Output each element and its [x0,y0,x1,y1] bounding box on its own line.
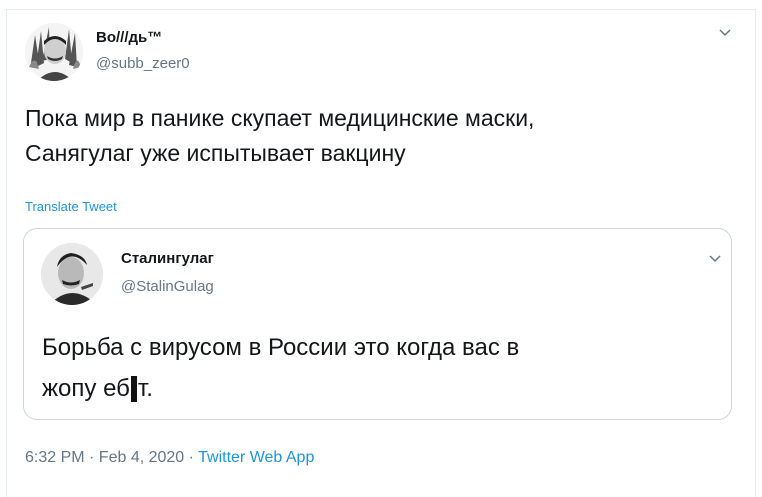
quoted-author-name[interactable]: Сталингулаг [121,250,214,267]
quoted-text-fragment: т. [137,375,153,402]
tweet-source-app[interactable]: Twitter Web App [198,449,314,466]
quoted-text-line: Борьба с вирусом в России это когда вас … [42,334,520,361]
chevron-down-icon[interactable] [708,254,722,264]
portrait-headdress-icon [25,23,83,81]
tweet-text: Пока мир в панике скупает медицинские ма… [25,101,725,171]
translate-tweet-link[interactable]: Translate Tweet [25,199,117,214]
quoted-text-fragment: жопу еб [42,375,130,402]
tweet-meta: 6:32 PM · Feb 4, 2020 · Twitter Web App [25,449,314,467]
censor-mark [130,376,137,402]
quoted-author-handle[interactable]: @StalinGulag [121,278,214,295]
quoted-tweet-text: Борьба с вирусом в России это когда вас … [42,327,702,409]
tweet-text-line: Пока мир в панике скупает медицинские ма… [25,105,535,131]
author-name[interactable]: Во///дь™ [96,29,162,46]
author-avatar[interactable] [25,23,83,81]
portrait-icon [41,243,103,305]
meta-separator: · [184,449,199,466]
quoted-author-avatar[interactable] [41,243,103,305]
tweet-timestamp[interactable]: 6:32 PM · Feb 4, 2020 [25,449,184,466]
author-handle[interactable]: @subb_zeer0 [96,55,190,72]
quoted-text-line: жопу еб т. [42,368,702,409]
tweet-text-line: Санягулаг уже испытывает вакцину [25,140,406,166]
chevron-down-icon[interactable] [718,28,732,38]
